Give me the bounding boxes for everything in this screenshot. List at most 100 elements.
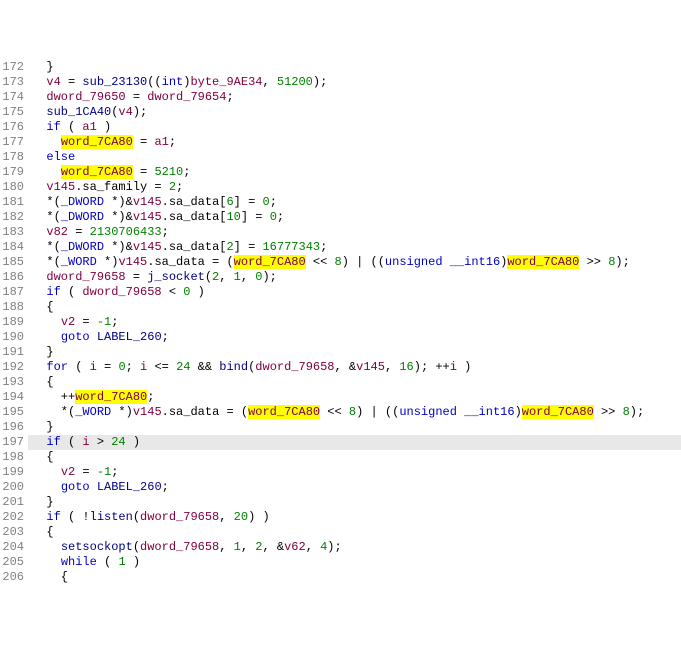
- code-line[interactable]: 172 }: [0, 60, 681, 75]
- line-content[interactable]: sub_1CA40(v4);: [28, 105, 681, 120]
- line-number: 197: [0, 435, 28, 450]
- line-content[interactable]: }: [28, 60, 681, 75]
- line-number: 176: [0, 120, 28, 135]
- line-number: 206: [0, 570, 28, 585]
- line-content[interactable]: ++word_7CA80;: [28, 390, 681, 405]
- line-content[interactable]: {: [28, 450, 681, 465]
- code-line[interactable]: 182 *(_DWORD *)&v145.sa_data[10] = 0;: [0, 210, 681, 225]
- line-number: 205: [0, 555, 28, 570]
- code-line[interactable]: 192 for ( i = 0; i <= 24 && bind(dword_7…: [0, 360, 681, 375]
- code-line[interactable]: 198 {: [0, 450, 681, 465]
- code-line[interactable]: 180 v145.sa_family = 2;: [0, 180, 681, 195]
- line-content[interactable]: }: [28, 345, 681, 360]
- highlighted-symbol: word_7CA80: [248, 405, 320, 419]
- line-content[interactable]: {: [28, 570, 681, 585]
- line-number: 185: [0, 255, 28, 270]
- line-number: 172: [0, 60, 28, 75]
- line-content[interactable]: *(_WORD *)v145.sa_data = (word_7CA80 << …: [28, 255, 681, 270]
- decompiler-code-view[interactable]: 172 }173 v4 = sub_23130((int)byte_9AE34,…: [0, 60, 681, 593]
- code-line[interactable]: 185 *(_WORD *)v145.sa_data = (word_7CA80…: [0, 255, 681, 270]
- code-line[interactable]: 176 if ( a1 ): [0, 120, 681, 135]
- code-line[interactable]: 186 dword_79658 = j_socket(2, 1, 0);: [0, 270, 681, 285]
- line-number: 175: [0, 105, 28, 120]
- code-line[interactable]: 181 *(_DWORD *)&v145.sa_data[6] = 0;: [0, 195, 681, 210]
- code-line[interactable]: 191 }: [0, 345, 681, 360]
- code-line[interactable]: 187 if ( dword_79658 < 0 ): [0, 285, 681, 300]
- line-number: 177: [0, 135, 28, 150]
- code-line[interactable]: 200 goto LABEL_260;: [0, 480, 681, 495]
- line-content[interactable]: v2 = -1;: [28, 315, 681, 330]
- code-line[interactable]: 177 word_7CA80 = a1;: [0, 135, 681, 150]
- line-number: 173: [0, 75, 28, 90]
- line-content[interactable]: dword_79658 = j_socket(2, 1, 0);: [28, 270, 681, 285]
- code-line[interactable]: 174 dword_79650 = dword_79654;: [0, 90, 681, 105]
- line-content[interactable]: *(_WORD *)v145.sa_data = (word_7CA80 << …: [28, 405, 681, 420]
- line-number: 182: [0, 210, 28, 225]
- code-line[interactable]: 173 v4 = sub_23130((int)byte_9AE34, 5120…: [0, 75, 681, 90]
- line-number: 204: [0, 540, 28, 555]
- code-line[interactable]: 193 {: [0, 375, 681, 390]
- line-content[interactable]: *(_DWORD *)&v145.sa_data[10] = 0;: [28, 210, 681, 225]
- code-line[interactable]: 197 if ( i > 24 ): [0, 435, 681, 450]
- code-line[interactable]: 178 else: [0, 150, 681, 165]
- code-line[interactable]: 196 }: [0, 420, 681, 435]
- highlighted-symbol: word_7CA80: [234, 255, 306, 269]
- code-line[interactable]: 201 }: [0, 495, 681, 510]
- line-number: 184: [0, 240, 28, 255]
- line-content[interactable]: v145.sa_family = 2;: [28, 180, 681, 195]
- line-number: 200: [0, 480, 28, 495]
- line-number: 190: [0, 330, 28, 345]
- line-content[interactable]: word_7CA80 = a1;: [28, 135, 681, 150]
- line-content[interactable]: if ( dword_79658 < 0 ): [28, 285, 681, 300]
- line-number: 188: [0, 300, 28, 315]
- highlighted-symbol: word_7CA80: [75, 390, 147, 404]
- code-line[interactable]: 190 goto LABEL_260;: [0, 330, 681, 345]
- line-content[interactable]: goto LABEL_260;: [28, 330, 681, 345]
- line-content[interactable]: {: [28, 375, 681, 390]
- line-content[interactable]: setsockopt(dword_79658, 1, 2, &v62, 4);: [28, 540, 681, 555]
- line-content[interactable]: }: [28, 495, 681, 510]
- line-content[interactable]: v82 = 2130706433;: [28, 225, 681, 240]
- line-number: 199: [0, 465, 28, 480]
- line-content[interactable]: v2 = -1;: [28, 465, 681, 480]
- line-number: 192: [0, 360, 28, 375]
- line-number: 193: [0, 375, 28, 390]
- line-content[interactable]: for ( i = 0; i <= 24 && bind(dword_79658…: [28, 360, 681, 375]
- code-line[interactable]: 188 {: [0, 300, 681, 315]
- line-content[interactable]: else: [28, 150, 681, 165]
- code-line[interactable]: 189 v2 = -1;: [0, 315, 681, 330]
- line-content[interactable]: *(_DWORD *)&v145.sa_data[2] = 16777343;: [28, 240, 681, 255]
- line-content[interactable]: word_7CA80 = 5210;: [28, 165, 681, 180]
- code-line[interactable]: 199 v2 = -1;: [0, 465, 681, 480]
- code-line[interactable]: 202 if ( !listen(dword_79658, 20) ): [0, 510, 681, 525]
- code-line[interactable]: 204 setsockopt(dword_79658, 1, 2, &v62, …: [0, 540, 681, 555]
- line-content[interactable]: if ( a1 ): [28, 120, 681, 135]
- line-content[interactable]: goto LABEL_260;: [28, 480, 681, 495]
- line-content[interactable]: *(_DWORD *)&v145.sa_data[6] = 0;: [28, 195, 681, 210]
- line-content[interactable]: while ( 1 ): [28, 555, 681, 570]
- line-number: 198: [0, 450, 28, 465]
- line-content[interactable]: v4 = sub_23130((int)byte_9AE34, 51200);: [28, 75, 681, 90]
- line-content[interactable]: dword_79650 = dword_79654;: [28, 90, 681, 105]
- line-content[interactable]: }: [28, 420, 681, 435]
- line-number: 183: [0, 225, 28, 240]
- code-line[interactable]: 206 {: [0, 570, 681, 585]
- code-line[interactable]: 195 *(_WORD *)v145.sa_data = (word_7CA80…: [0, 405, 681, 420]
- highlighted-symbol: word_7CA80: [61, 165, 133, 179]
- line-number: 179: [0, 165, 28, 180]
- code-line[interactable]: 175 sub_1CA40(v4);: [0, 105, 681, 120]
- line-content[interactable]: if ( i > 24 ): [28, 435, 681, 450]
- code-line[interactable]: 184 *(_DWORD *)&v145.sa_data[2] = 167773…: [0, 240, 681, 255]
- code-line[interactable]: 194 ++word_7CA80;: [0, 390, 681, 405]
- line-number: 178: [0, 150, 28, 165]
- line-content[interactable]: {: [28, 300, 681, 315]
- line-number: 186: [0, 270, 28, 285]
- highlighted-symbol: word_7CA80: [507, 255, 579, 269]
- code-line[interactable]: 205 while ( 1 ): [0, 555, 681, 570]
- line-number: 195: [0, 405, 28, 420]
- code-line[interactable]: 179 word_7CA80 = 5210;: [0, 165, 681, 180]
- code-line[interactable]: 183 v82 = 2130706433;: [0, 225, 681, 240]
- line-number: 194: [0, 390, 28, 405]
- line-content[interactable]: if ( !listen(dword_79658, 20) ): [28, 510, 681, 525]
- line-number: 189: [0, 315, 28, 330]
